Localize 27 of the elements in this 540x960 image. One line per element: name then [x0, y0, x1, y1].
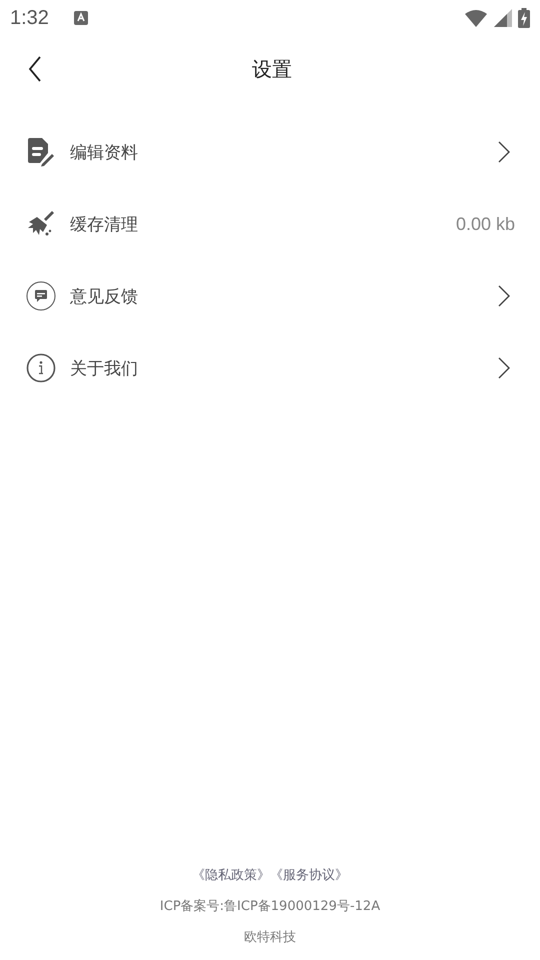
- chevron-right-icon: [498, 285, 510, 307]
- policy-link[interactable]: 《服务协议》: [270, 866, 348, 884]
- row-label: 缓存清理: [70, 214, 139, 236]
- broom-icon: [26, 210, 56, 238]
- settings-row[interactable]: 缓存清理 0.00 kb: [0, 188, 540, 260]
- battery-charging-icon: [518, 8, 530, 28]
- company-name: 欧特科技: [244, 929, 296, 946]
- row-label: 意见反馈: [70, 286, 139, 308]
- back-button[interactable]: [28, 56, 42, 82]
- chat-bubble-icon: [26, 281, 56, 311]
- status-time: 1:32: [10, 6, 49, 30]
- info-icon: [26, 353, 56, 383]
- edit-document-icon: [26, 137, 56, 167]
- settings-row[interactable]: 编辑资料: [0, 116, 540, 188]
- page-title: 设置: [251, 56, 293, 82]
- row-label: 编辑资料: [70, 142, 139, 164]
- cache-size: 0.00 kb: [456, 214, 515, 234]
- chevron-right-icon: [498, 357, 510, 379]
- wifi-icon: [464, 9, 488, 27]
- icp-text: ICP备案号:鲁ICP备19000129号-12A: [160, 898, 380, 915]
- keyboard-icon: [72, 10, 89, 26]
- settings-row[interactable]: 关于我们: [0, 332, 540, 404]
- signal-icon: [494, 9, 512, 27]
- row-label: 关于我们: [70, 358, 139, 380]
- settings-row[interactable]: 意见反馈: [0, 260, 540, 332]
- chevron-right-icon: [498, 141, 510, 163]
- policy-link[interactable]: 《隐私政策》: [192, 866, 270, 884]
